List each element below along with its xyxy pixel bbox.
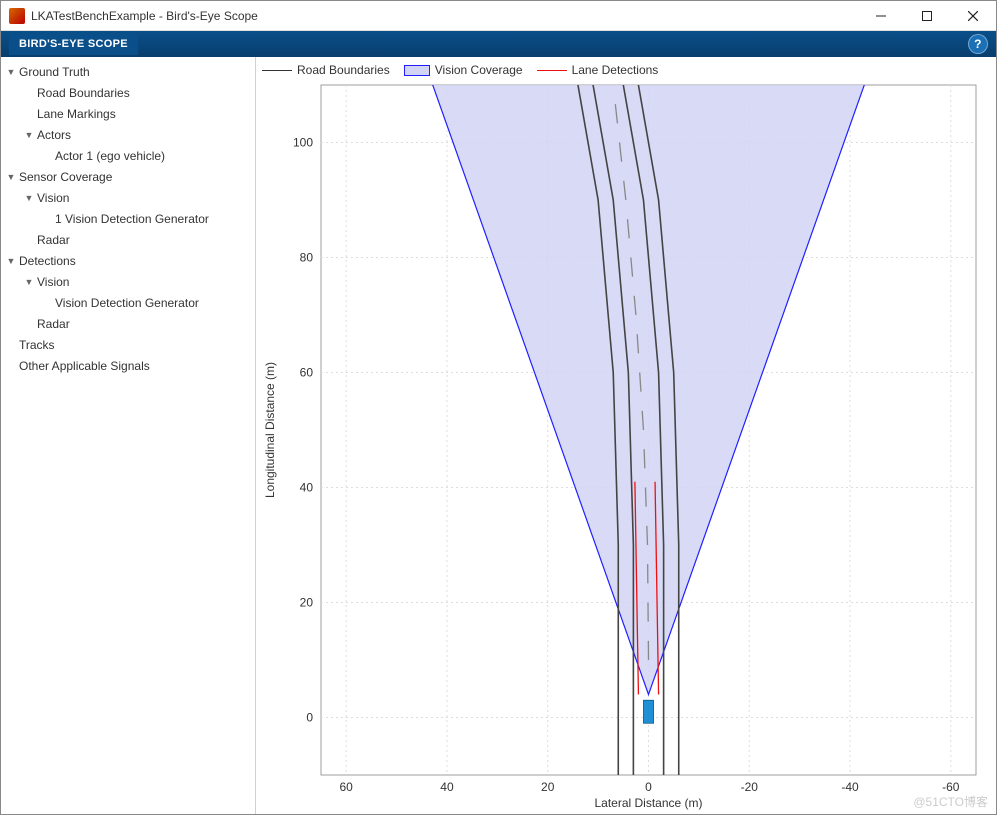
window-title: LKATestBenchExample - Bird's-Eye Scope (31, 9, 858, 23)
tree-node[interactable]: Tracks (1, 334, 255, 355)
svg-text:0: 0 (645, 780, 652, 794)
tree-node[interactable]: Road Boundaries (1, 82, 255, 103)
svg-text:40: 40 (300, 481, 314, 495)
svg-text:100: 100 (293, 136, 313, 150)
close-button[interactable] (950, 1, 996, 31)
svg-text:Longitudinal Distance (m): Longitudinal Distance (m) (263, 362, 277, 498)
tree-node-label: Vision Detection Generator (53, 296, 199, 310)
chevron-down-icon[interactable]: ▼ (23, 277, 35, 287)
chevron-down-icon[interactable]: ▼ (5, 256, 17, 266)
svg-text:40: 40 (440, 780, 454, 794)
svg-text:0: 0 (306, 711, 313, 725)
tree-node[interactable]: ▼Detections (1, 250, 255, 271)
tree-node[interactable]: ▼Ground Truth (1, 61, 255, 82)
tree-node[interactable]: Radar (1, 229, 255, 250)
tree-node-label: Radar (35, 317, 70, 331)
tree-node-label: Vision (35, 191, 69, 205)
tree-node[interactable]: ▼Sensor Coverage (1, 166, 255, 187)
title-bar: LKATestBenchExample - Bird's-Eye Scope (1, 1, 996, 31)
minimize-button[interactable] (858, 1, 904, 31)
svg-text:60: 60 (340, 780, 354, 794)
chevron-down-icon[interactable]: ▼ (23, 193, 35, 203)
plot-area[interactable]: Road Boundaries Vision Coverage Lane Det… (256, 57, 996, 814)
chevron-down-icon[interactable]: ▼ (5, 67, 17, 77)
maximize-button[interactable] (904, 1, 950, 31)
tree-node-label: Tracks (17, 338, 55, 352)
tree-node-label: Vision (35, 275, 69, 289)
signal-tree[interactable]: ▼Ground TruthRoad BoundariesLane Marking… (1, 61, 255, 376)
svg-text:20: 20 (300, 596, 314, 610)
tree-node-label: Detections (17, 254, 76, 268)
tree-node-label: Actor 1 (ego vehicle) (53, 149, 165, 163)
tree-node-label: Lane Markings (35, 107, 116, 121)
tree-node-label: Road Boundaries (35, 86, 130, 100)
tree-node[interactable]: Actor 1 (ego vehicle) (1, 145, 255, 166)
tree-node[interactable]: ▼Vision (1, 187, 255, 208)
svg-text:60: 60 (300, 366, 314, 380)
tree-node[interactable]: Other Applicable Signals (1, 355, 255, 376)
svg-text:-60: -60 (942, 780, 960, 794)
svg-text:Lateral Distance (m): Lateral Distance (m) (594, 796, 702, 810)
chevron-down-icon[interactable]: ▼ (23, 130, 35, 140)
tree-node-label: Actors (35, 128, 71, 142)
tree-node-label: Radar (35, 233, 70, 247)
tree-node-label: Other Applicable Signals (17, 359, 150, 373)
tree-node[interactable]: ▼Vision (1, 271, 255, 292)
tree-node[interactable]: Radar (1, 313, 255, 334)
tree-node-label: Ground Truth (17, 65, 90, 79)
chevron-down-icon[interactable]: ▼ (5, 172, 17, 182)
tab-birds-eye-scope[interactable]: BIRD'S-EYE SCOPE (9, 33, 138, 55)
tree-node[interactable]: Lane Markings (1, 103, 255, 124)
tree-node[interactable]: 1 Vision Detection Generator (1, 208, 255, 229)
svg-text:20: 20 (541, 780, 555, 794)
tree-node[interactable]: Vision Detection Generator (1, 292, 255, 313)
svg-text:-40: -40 (841, 780, 859, 794)
tree-node[interactable]: ▼Actors (1, 124, 255, 145)
help-button[interactable]: ? (968, 34, 988, 54)
toolstrip: BIRD'S-EYE SCOPE ? (1, 31, 996, 57)
svg-text:-20: -20 (741, 780, 759, 794)
tree-node-label: Sensor Coverage (17, 170, 112, 184)
svg-text:80: 80 (300, 251, 314, 265)
signal-tree-panel: ▼Ground TruthRoad BoundariesLane Marking… (1, 57, 256, 814)
birds-eye-chart[interactable]: 60 40 20 0 -20 -40 -60 0 20 40 60 80 100 Lateral Dist… (256, 57, 996, 815)
tree-node-label: 1 Vision Detection Generator (53, 212, 209, 226)
app-icon (9, 8, 25, 24)
